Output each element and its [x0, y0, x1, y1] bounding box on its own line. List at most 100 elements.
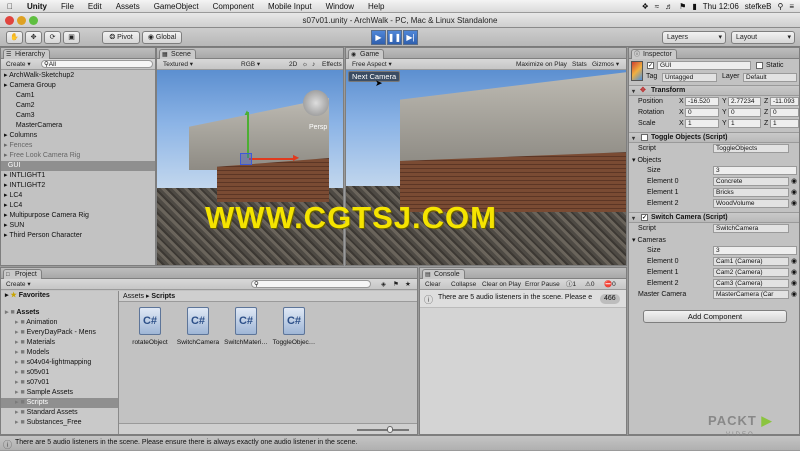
hierarchy-create-button[interactable]: Create ▾ [4, 60, 33, 69]
cameras-size-input[interactable]: 3 [713, 246, 797, 255]
scene-lighting-icon[interactable]: ☼ [300, 60, 310, 69]
asset-item[interactable]: C# SwitchCamera [175, 307, 221, 346]
position-y-input[interactable]: 2.77234 [728, 97, 761, 106]
asset-item[interactable]: C# rotateObject [127, 307, 173, 346]
hierarchy-item[interactable]: ▸ Camera Group [1, 81, 155, 91]
filter-by-label-icon[interactable]: ⚑ [391, 280, 401, 289]
menu-mobile-input[interactable]: Mobile Input [261, 2, 319, 11]
cameras-foldout[interactable]: ▾ Cameras [632, 236, 666, 244]
add-component-button[interactable]: Add Component [643, 310, 787, 323]
hand-tool-icon[interactable]: ✋ [6, 31, 23, 44]
global-toggle[interactable]: ◉ Global [142, 31, 182, 44]
scene-render-dropdown[interactable]: RGB ▾ [239, 60, 262, 69]
clock[interactable]: Thu 12:06 [703, 2, 739, 11]
tab-console[interactable]: ▤ Console [422, 269, 465, 279]
tab-hierarchy[interactable]: ☰ Hierarchy [3, 49, 50, 59]
console-log-filter[interactable]: ⓘ1 [564, 280, 578, 289]
hierarchy-item[interactable]: MasterCamera [1, 121, 155, 131]
project-folder-item[interactable]: ▸ ■ EveryDayPack - Mens [1, 328, 118, 338]
hierarchy-item[interactable]: ▸ Free Look Camera Rig [1, 151, 155, 161]
project-folder-item[interactable]: ▸ ■ Substances_Free [1, 418, 118, 428]
project-folder-item[interactable]: ▸ ■ Standard Assets [1, 408, 118, 418]
project-folder-item[interactable]: ▸ ■ Materials [1, 338, 118, 348]
scene-2d-toggle[interactable]: 2D [287, 60, 299, 69]
hierarchy-item[interactable]: GUI [1, 161, 155, 171]
project-folder-item[interactable]: ▸ ■ Scripts [1, 398, 118, 408]
step-button[interactable]: ▶| [403, 30, 418, 45]
object-picker-icon[interactable]: ◉ [791, 290, 797, 298]
gameobject-name-input[interactable]: GUI [657, 61, 751, 70]
layers-dropdown[interactable]: Layers ▾ [662, 31, 726, 44]
minimize-window-button[interactable] [17, 16, 26, 25]
menu-edit[interactable]: Edit [81, 2, 109, 11]
game-aspect-dropdown[interactable]: Free Aspect ▾ [350, 60, 394, 69]
scene-audio-icon[interactable]: ♪ [310, 60, 317, 69]
scale-tool-icon[interactable]: ▣ [63, 31, 80, 44]
zoom-window-button[interactable] [29, 16, 38, 25]
hierarchy-item[interactable]: Cam1 [1, 91, 155, 101]
tab-scene[interactable]: ▦ Scene [159, 49, 196, 59]
spotlight-icon[interactable]: ⚲ [777, 2, 783, 11]
rotation-y-input[interactable]: 0 [728, 108, 761, 117]
project-folder-item[interactable]: ▸ ■ Assets [1, 308, 118, 318]
project-folder-item[interactable]: ▸ ■ Sample Assets [1, 388, 118, 398]
tab-inspector[interactable]: ⓘ Inspector [631, 49, 677, 59]
apple-menu-icon[interactable]:  [0, 2, 20, 11]
console-clear-button[interactable]: Clear [423, 280, 443, 289]
hierarchy-item[interactable]: ▸ Multipurpose Camera Rig [1, 211, 155, 221]
toggle-script-field[interactable]: ToggleObjects [713, 144, 789, 153]
console-warning-filter[interactable]: ⚠0 [583, 280, 596, 289]
stats-toggle[interactable]: Stats [570, 60, 589, 69]
array-element-field[interactable]: WoodVolume [713, 199, 789, 208]
asset-item[interactable]: C# SwitchMateri… [223, 307, 269, 346]
switch-camera-enabled-checkbox[interactable]: ✓ [641, 214, 648, 221]
layer-dropdown[interactable]: Default [743, 73, 797, 82]
array-element-field[interactable]: Bricks [713, 188, 789, 197]
zoom-slider-track[interactable] [357, 429, 409, 431]
battery-icon[interactable]: ▮ [692, 2, 696, 11]
menu-window[interactable]: Window [319, 2, 361, 11]
menu-component[interactable]: Component [206, 2, 261, 11]
gizmo-xz-plane[interactable] [240, 153, 252, 165]
tab-game[interactable]: ◉ Game [348, 49, 385, 59]
console-error-filter[interactable]: ⛔0 [602, 280, 618, 289]
hierarchy-item[interactable]: ▸ SUN [1, 221, 155, 231]
gizmo-x-arrow-icon[interactable]: ▶ [293, 153, 299, 162]
hierarchy-item[interactable]: ▸ Fences [1, 141, 155, 151]
rotation-x-input[interactable]: 0 [685, 108, 719, 117]
scene-viewport[interactable]: ▲ ▶ Persp [157, 70, 343, 265]
transform-header[interactable]: ▾ ✥ Transform [629, 85, 799, 96]
breadcrumb-assets[interactable]: Assets [123, 293, 144, 300]
gizmo-y-arrow-icon[interactable]: ▲ [243, 108, 251, 117]
wifi-icon[interactable]: ≈ [655, 2, 659, 11]
hierarchy-item[interactable]: Cam2 [1, 101, 155, 111]
project-search-input[interactable]: ⚲ [251, 280, 371, 288]
list-icon[interactable]: ≡ [789, 2, 794, 11]
pivot-toggle[interactable]: ❂ Pivot [102, 31, 140, 44]
project-folder-item[interactable]: ▸ ■ s04v04-lightmapping [1, 358, 118, 368]
hierarchy-item[interactable]: ▸ INTLIGHT1 [1, 171, 155, 181]
switch-camera-header[interactable]: ▾ ✓ Switch Camera (Script) [629, 212, 799, 223]
object-picker-icon[interactable]: ◉ [791, 268, 797, 276]
hierarchy-item[interactable]: ▸ ArchWalk-Sketchup2 [1, 71, 155, 81]
play-button[interactable]: ▶ [371, 30, 386, 45]
user-name[interactable]: stefkeB [745, 2, 772, 11]
status-message[interactable]: There are 5 audio listeners in the scene… [15, 439, 357, 446]
gizmo-y-axis[interactable] [247, 112, 249, 158]
tag-dropdown[interactable]: Untagged [662, 73, 717, 82]
object-picker-icon[interactable]: ◉ [791, 188, 797, 196]
toggle-objects-enabled-checkbox[interactable] [641, 134, 648, 141]
scene-effects-dropdown[interactable]: Effects [320, 60, 342, 69]
position-z-input[interactable]: -11.093 [770, 97, 799, 106]
project-folder-item[interactable]: ▸ ■ Models [1, 348, 118, 358]
tab-project[interactable]: □ Project [3, 269, 42, 279]
console-collapse-button[interactable]: Collapse [449, 280, 478, 289]
zoom-slider-handle[interactable] [387, 426, 393, 433]
hierarchy-item[interactable]: ▸ INTLIGHT2 [1, 181, 155, 191]
maximize-on-play-toggle[interactable]: Maximize on Play [514, 60, 569, 69]
project-folder-item[interactable]: ▸ ■ Animation [1, 318, 118, 328]
master-camera-field[interactable]: MasterCamera (Car [713, 290, 789, 299]
rotate-tool-icon[interactable]: ⟳ [44, 31, 61, 44]
hierarchy-item[interactable]: ▸ LC4 [1, 201, 155, 211]
scene-shading-dropdown[interactable]: Textured ▾ [161, 60, 195, 69]
